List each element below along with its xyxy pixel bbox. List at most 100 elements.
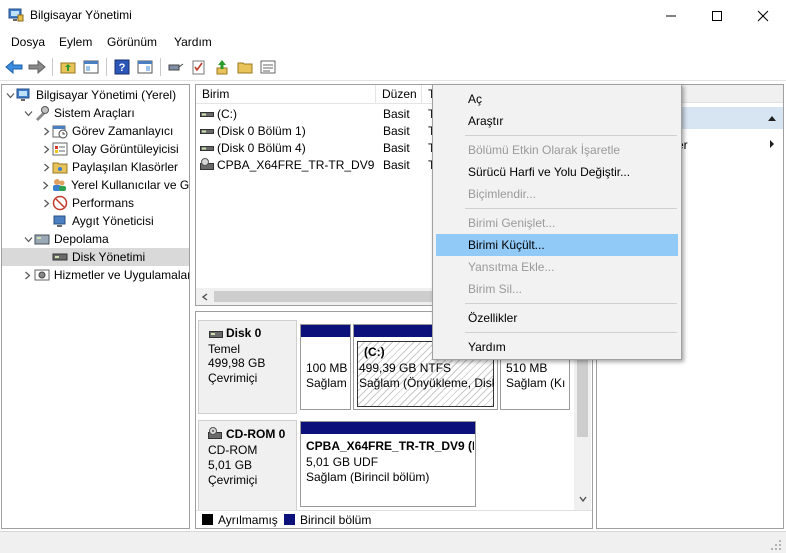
device-manager-icon	[52, 213, 68, 229]
properties-button[interactable]	[258, 57, 278, 77]
context-menu-item: Bölümü Etkin Olarak İşaretle	[468, 143, 621, 157]
partition-status: Sağlam (Birincil bölüm)	[306, 470, 430, 484]
tree-item[interactable]: Hizmetler ve Uygulamalar	[2, 266, 189, 284]
checklist-icon	[192, 60, 205, 75]
partition-status: Sağlam (Kı	[506, 376, 566, 390]
menu-separator	[465, 303, 677, 304]
connect-button[interactable]	[166, 57, 186, 77]
tree-item[interactable]: Görev Zamanlayıcı	[2, 122, 189, 140]
forward-arrow-icon	[28, 60, 46, 74]
upload-button[interactable]	[212, 57, 232, 77]
disk-drive-icon	[209, 328, 223, 338]
scroll-down-button[interactable]	[574, 490, 591, 507]
cd-drive-icon	[200, 158, 214, 173]
computer-management-icon[interactable]	[8, 7, 24, 23]
disk0-info[interactable]: Disk 0 Temel 499,98 GB Çevrimiçi	[198, 320, 297, 414]
menu-bar: Dosya Eylem Görünüm Yardım	[0, 31, 786, 53]
context-menu-item: Yansıtma Ekle...	[468, 260, 555, 274]
context-menu-item[interactable]: Yardım	[436, 336, 678, 358]
folder-up-icon	[60, 62, 76, 74]
chevron-left-icon	[201, 292, 207, 301]
chevron-right-icon[interactable]	[40, 140, 52, 158]
volume-icon	[200, 125, 214, 139]
menu-separator	[465, 135, 677, 136]
chevron-right-icon	[770, 140, 774, 148]
resize-grip-icon[interactable]	[770, 539, 782, 551]
tree-item[interactable]: Performans	[2, 194, 189, 212]
menu-eylem[interactable]: Eylem	[59, 35, 92, 49]
tree-item-label: Yerel Kullanıcılar ve Gru	[70, 178, 189, 192]
tree-item-label: Görev Zamanlayıcı	[72, 124, 174, 138]
cdrom0-info[interactable]: CD-ROM 0 CD-ROM 5,01 GB Çevrimiçi	[198, 420, 297, 514]
chevron-down-icon[interactable]	[22, 104, 34, 122]
volume-layout: Basit	[383, 107, 410, 121]
tree-item[interactable]: Depolama	[2, 230, 189, 248]
toolbar-separator	[106, 58, 107, 76]
show-hide-tree-button[interactable]	[81, 57, 101, 77]
context-menu-item[interactable]: Sürücü Harfi ve Yolu Değiştir...	[436, 161, 678, 183]
context-menu-item[interactable]: Aç	[436, 88, 678, 110]
console-tree-icon	[83, 60, 99, 74]
context-menu-item[interactable]: Özellikler	[436, 307, 678, 329]
chevron-right-icon[interactable]	[40, 194, 52, 212]
close-icon	[757, 10, 769, 21]
context-menu-item[interactable]: Araştır	[436, 110, 678, 132]
disk-legend: Ayrılmamış Birincil bölüm	[196, 510, 592, 528]
forward-button[interactable]	[27, 57, 47, 77]
column-header-birim[interactable]: Birim	[196, 85, 376, 103]
tree-item[interactable]: Yerel Kullanıcılar ve Gru	[2, 176, 189, 194]
folder-button[interactable]	[235, 57, 255, 77]
chevron-right-icon[interactable]	[40, 122, 52, 140]
chevron-down-icon[interactable]	[22, 230, 34, 248]
cdrom0-partition[interactable]: CPBA_X64FRE_TR-TR_DV9 (I 5,01 GB UDF Sağ…	[300, 421, 476, 507]
volume-layout: Basit	[383, 158, 410, 172]
chevron-right-icon[interactable]	[22, 266, 34, 284]
show-action-pane-button[interactable]	[135, 57, 155, 77]
maximize-button[interactable]	[694, 0, 740, 31]
window-title: Bilgisayar Yönetimi	[30, 8, 132, 22]
chevron-right-icon[interactable]	[40, 158, 52, 176]
chevron-down-icon[interactable]	[4, 86, 16, 104]
menu-yardim[interactable]: Yardım	[174, 35, 212, 49]
tree-item[interactable]: Disk Yönetimi	[2, 248, 189, 266]
context-menu-item[interactable]: Birimi Küçült...	[436, 234, 678, 256]
menu-separator	[465, 332, 677, 333]
cdrom0-type: CD-ROM	[208, 443, 258, 457]
volume-name: (Disk 0 Bölüm 1)	[217, 124, 306, 138]
back-arrow-icon	[5, 60, 23, 74]
scroll-thumb[interactable]	[214, 291, 432, 302]
tree-item[interactable]: Bilgisayar Yönetimi (Yerel)	[2, 86, 189, 104]
up-level-button[interactable]	[58, 57, 78, 77]
checklist-button[interactable]	[189, 57, 209, 77]
computer-management-icon	[16, 87, 32, 103]
disk-management-icon	[52, 249, 68, 265]
tree-item-label: Paylaşılan Klasörler	[72, 160, 179, 174]
menu-gorunum[interactable]: Görünüm	[107, 35, 157, 49]
tree-item-label: Aygıt Yöneticisi	[72, 214, 154, 228]
disk0-status: Çevrimiçi	[208, 371, 258, 385]
back-button[interactable]	[4, 57, 24, 77]
close-button[interactable]	[740, 0, 786, 31]
connect-icon	[168, 63, 184, 71]
tree-item[interactable]: Paylaşılan Klasörler	[2, 158, 189, 176]
tree-item[interactable]: Aygıt Yöneticisi	[2, 212, 189, 230]
toolbar: ?	[0, 53, 786, 81]
disk0-partition-1[interactable]: 100 MB Sağlam	[300, 324, 351, 410]
toolbar-separator	[160, 58, 161, 76]
chevron-right-icon[interactable]	[40, 176, 51, 194]
minimize-button[interactable]	[648, 0, 694, 31]
shared-folders-icon	[52, 159, 68, 175]
partition-status: Sağlam	[306, 376, 347, 390]
partition-size: 499,39 GB NTFS	[359, 361, 452, 375]
menu-dosya[interactable]: Dosya	[11, 35, 45, 49]
collapse-up-icon	[768, 116, 776, 121]
legend-unallocated: Ayrılmamış	[218, 513, 278, 527]
storage-icon	[34, 231, 50, 247]
scroll-left-button[interactable]	[196, 288, 213, 305]
tree-item-label: Sistem Araçları	[54, 106, 135, 120]
tree-item[interactable]: Sistem Araçları	[2, 104, 189, 122]
help-button[interactable]: ?	[112, 57, 132, 77]
column-header-duzen[interactable]: Düzen	[376, 85, 422, 103]
tree-item[interactable]: Olay Görüntüleyicisi	[2, 140, 189, 158]
